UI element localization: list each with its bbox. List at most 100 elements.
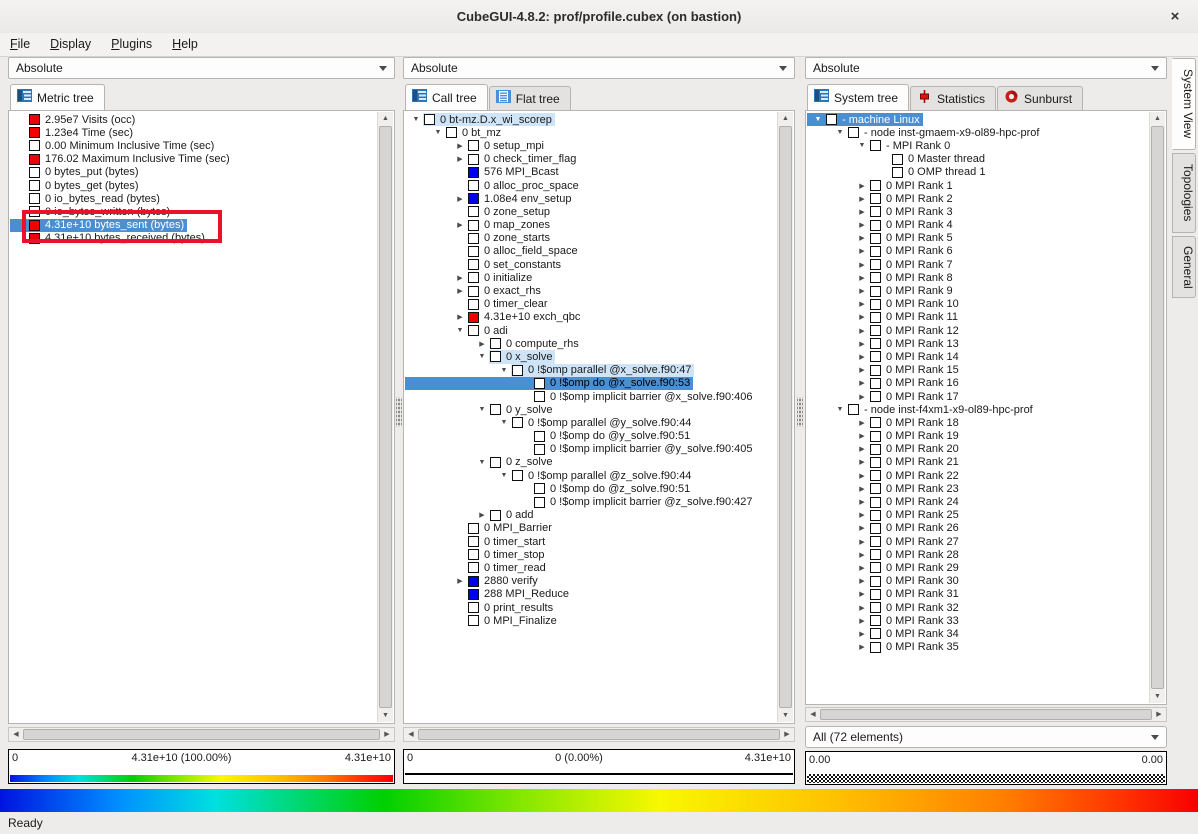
value-box[interactable] — [468, 140, 479, 151]
tree-item[interactable]: ▶0 MPI Rank 22 — [807, 469, 962, 482]
value-box[interactable] — [468, 536, 479, 547]
value-box[interactable] — [870, 457, 881, 468]
tree-item[interactable]: ▼0 z_solve — [405, 456, 555, 469]
tree-item[interactable]: ▼- node inst-f4xm1-x9-ol89-hpc-prof — [807, 403, 1036, 416]
tree-item[interactable]: ▶0 MPI Rank 14 — [807, 350, 962, 363]
value-box[interactable] — [468, 233, 479, 244]
expand-arrow-icon[interactable]: ▶ — [855, 472, 869, 480]
expand-arrow-icon[interactable]: ▶ — [855, 353, 869, 361]
collapse-arrow-icon[interactable]: ▼ — [453, 327, 467, 334]
expand-arrow-icon[interactable]: ▶ — [453, 577, 467, 585]
value-box[interactable] — [534, 391, 545, 402]
scroll-up-icon[interactable]: ▲ — [378, 112, 393, 125]
value-box[interactable] — [534, 483, 545, 494]
tree-item[interactable]: 0 alloc_field_space — [405, 245, 581, 258]
tree-item[interactable]: ▶1.08e4 env_setup — [405, 192, 574, 205]
value-box[interactable] — [870, 140, 881, 151]
splitter-handle[interactable] — [396, 397, 402, 427]
tree-item[interactable]: ▶0 MPI Rank 30 — [807, 575, 962, 588]
scroll-left-icon[interactable]: ◀ — [9, 728, 23, 741]
tree-item[interactable]: ▶0 MPI Rank 16 — [807, 377, 962, 390]
tree-item[interactable]: 0 Master thread — [807, 153, 988, 166]
value-box[interactable] — [468, 602, 479, 613]
scroll-down-icon[interactable]: ▼ — [378, 709, 393, 722]
call-horizontal-scrollbar[interactable]: ◀ ▶ — [403, 727, 795, 742]
collapse-arrow-icon[interactable]: ▼ — [497, 419, 511, 426]
tab-sunburst[interactable]: Sunburst — [997, 86, 1083, 110]
value-box[interactable] — [870, 246, 881, 257]
value-box[interactable] — [870, 286, 881, 297]
expand-arrow-icon[interactable]: ▶ — [855, 485, 869, 493]
value-box[interactable] — [870, 325, 881, 336]
tree-item[interactable]: 0 zone_setup — [405, 205, 553, 218]
value-box[interactable] — [870, 299, 881, 310]
tree-item[interactable]: 0 !$omp do @z_solve.f90:51 — [405, 482, 693, 495]
value-box[interactable] — [870, 312, 881, 323]
tree-item[interactable]: ▼- node inst-gmaem-x9-ol89-hpc-prof — [807, 126, 1042, 139]
value-box[interactable] — [870, 510, 881, 521]
tree-item[interactable]: 0 bytes_put (bytes) — [10, 166, 142, 179]
metric-vertical-scrollbar[interactable]: ▲ ▼ — [377, 112, 393, 722]
tree-item[interactable]: ▶0 MPI Rank 17 — [807, 390, 962, 403]
collapse-arrow-icon[interactable]: ▼ — [475, 459, 489, 466]
scroll-down-icon[interactable]: ▼ — [1150, 690, 1165, 703]
tree-item[interactable]: ▶0 check_timer_flag — [405, 153, 579, 166]
value-box[interactable] — [490, 351, 501, 362]
tree-item[interactable]: ▶2880 verify — [405, 575, 541, 588]
tree-item[interactable]: ▶0 MPI Rank 10 — [807, 298, 962, 311]
value-box[interactable] — [29, 140, 40, 151]
value-box[interactable] — [29, 167, 40, 178]
side-tab-system-view[interactable]: System View — [1172, 58, 1196, 150]
tree-item[interactable]: ▼- MPI Rank 0 — [807, 139, 953, 152]
tab-statistics[interactable]: Statistics — [910, 86, 996, 110]
expand-arrow-icon[interactable]: ▶ — [855, 577, 869, 585]
tree-item[interactable]: ▶0 MPI Rank 15 — [807, 364, 962, 377]
value-box[interactable] — [468, 562, 479, 573]
tree-item[interactable]: ▶0 MPI Rank 27 — [807, 535, 962, 548]
splitter-handle[interactable] — [797, 397, 803, 427]
value-box[interactable] — [870, 391, 881, 402]
value-box[interactable] — [490, 457, 501, 468]
value-box[interactable] — [468, 180, 479, 191]
expand-arrow-icon[interactable]: ▶ — [855, 564, 869, 572]
collapse-arrow-icon[interactable]: ▼ — [833, 406, 847, 413]
value-box[interactable] — [512, 417, 523, 428]
value-box[interactable] — [534, 431, 545, 442]
tree-item[interactable]: ▶0 MPI Rank 11 — [807, 311, 961, 324]
expand-arrow-icon[interactable]: ▶ — [855, 511, 869, 519]
menu-display[interactable]: Display — [40, 33, 101, 56]
value-box[interactable] — [870, 549, 881, 560]
expand-arrow-icon[interactable]: ▶ — [855, 643, 869, 651]
scroll-left-icon[interactable]: ◀ — [404, 728, 418, 741]
value-box[interactable] — [446, 127, 457, 138]
scrollbar-thumb[interactable] — [418, 729, 780, 740]
tree-item[interactable]: ▶0 compute_rhs — [405, 337, 582, 350]
value-box[interactable] — [870, 642, 881, 653]
scroll-right-icon[interactable]: ▶ — [780, 728, 794, 741]
menu-help[interactable]: Help — [162, 33, 208, 56]
tree-item[interactable]: ▼0 bt_mz — [405, 126, 504, 139]
expand-arrow-icon[interactable]: ▶ — [855, 234, 869, 242]
expand-arrow-icon[interactable]: ▶ — [855, 419, 869, 427]
tree-item[interactable]: ▶0 MPI Rank 23 — [807, 482, 962, 495]
value-box[interactable] — [512, 365, 523, 376]
tree-item[interactable]: ▶0 MPI Rank 5 — [807, 232, 956, 245]
value-box[interactable] — [870, 259, 881, 270]
expand-arrow-icon[interactable]: ▶ — [453, 287, 467, 295]
menu-file[interactable]: File — [0, 33, 40, 56]
value-box[interactable] — [468, 220, 479, 231]
expand-arrow-icon[interactable]: ▶ — [855, 630, 869, 638]
tree-item[interactable]: ▶0 exact_rhs — [405, 284, 544, 297]
system-filter-combo[interactable]: All (72 elements) — [805, 726, 1167, 748]
tree-item[interactable]: ▶4.31e+10 exch_qbc — [405, 311, 583, 324]
scroll-up-icon[interactable]: ▲ — [1150, 112, 1165, 125]
expand-arrow-icon[interactable]: ▶ — [855, 287, 869, 295]
value-box[interactable] — [468, 154, 479, 165]
tree-item[interactable]: 0 zone_starts — [405, 232, 553, 245]
tree-item[interactable]: ▼0 !$omp parallel @z_solve.f90:44 — [405, 469, 694, 482]
close-icon[interactable]: × — [1165, 0, 1185, 33]
value-box[interactable] — [870, 628, 881, 639]
tree-item[interactable]: ▶0 MPI Rank 34 — [807, 627, 962, 640]
collapse-arrow-icon[interactable]: ▼ — [497, 472, 511, 479]
value-box[interactable] — [534, 497, 545, 508]
